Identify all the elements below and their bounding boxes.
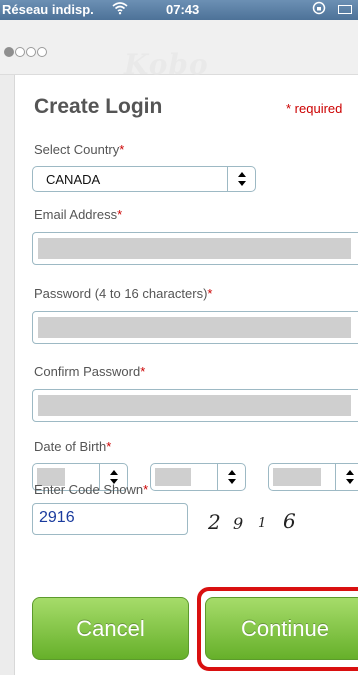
step-dot-4 <box>37 47 47 57</box>
code-value: 2916 <box>39 509 75 526</box>
dob-year-select[interactable] <box>268 463 358 491</box>
cancel-button[interactable]: Cancel <box>32 597 189 660</box>
page-title: Create Login <box>34 95 163 118</box>
wifi-icon <box>112 1 128 18</box>
password-field[interactable] <box>32 311 358 344</box>
app-header: Kobo <box>0 20 358 81</box>
step-dot-2 <box>15 47 25 57</box>
step-indicator <box>4 47 47 57</box>
select-arrow-icon <box>335 464 358 490</box>
carrier-name: Réseau indisp. <box>2 2 94 17</box>
email-label: Email Address* <box>34 207 123 222</box>
required-note: * required <box>286 101 343 116</box>
password-label: Password (4 to 16 characters)* <box>34 286 213 301</box>
country-label: Select Country* <box>34 142 125 157</box>
status-bar: Réseau indisp. 07:43 <box>0 0 358 20</box>
status-time: 07:43 <box>166 2 200 17</box>
code-label: Enter Code Shown* <box>34 482 149 497</box>
dob-label: Date of Birth* <box>34 439 112 454</box>
dob-month-select[interactable] <box>150 463 246 491</box>
lock-rotation-icon <box>312 1 326 18</box>
select-arrow-icon <box>227 167 255 191</box>
captcha-image: 2 9 1 6 <box>208 509 296 534</box>
code-input[interactable]: 2916 <box>32 503 188 535</box>
country-select[interactable]: CANADA <box>32 166 256 192</box>
country-value: CANADA <box>46 172 101 187</box>
step-dot-1 <box>4 47 14 57</box>
confirm-password-label: Confirm Password* <box>34 364 146 379</box>
battery-icon <box>338 5 352 14</box>
confirm-password-field[interactable] <box>32 389 358 422</box>
email-field[interactable] <box>32 232 358 265</box>
select-arrow-icon <box>217 464 245 490</box>
continue-highlight-box <box>197 587 358 671</box>
step-dot-3 <box>26 47 36 57</box>
